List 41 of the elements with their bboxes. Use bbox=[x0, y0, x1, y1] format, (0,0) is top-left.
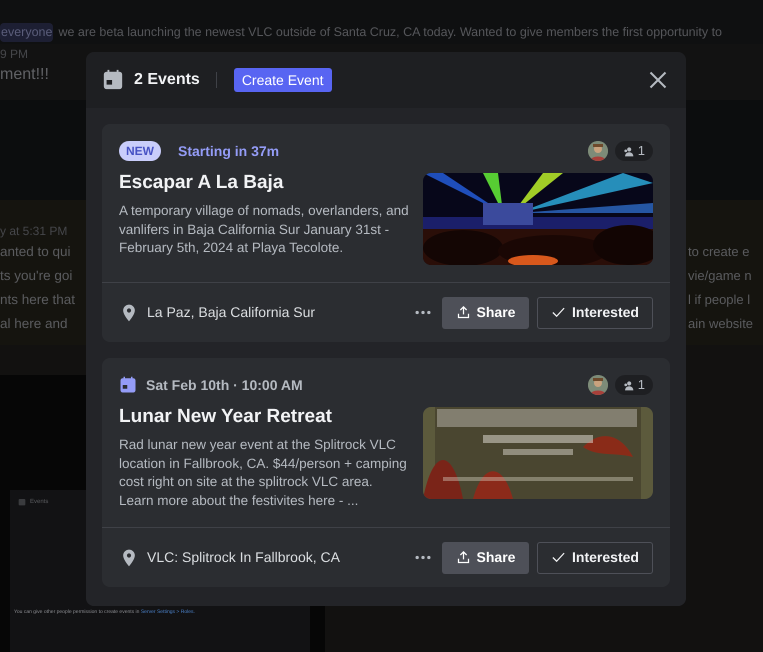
event-location: VLC: Splitrock In Fallbrook, CA bbox=[147, 548, 340, 567]
message-text: ts you're goi bbox=[0, 267, 72, 285]
new-badge: NEW bbox=[119, 141, 161, 161]
modal-title: 2 Events bbox=[134, 70, 200, 90]
upload-icon bbox=[456, 305, 471, 320]
people-icon bbox=[622, 380, 634, 390]
create-event-button[interactable]: Create Event bbox=[234, 68, 332, 92]
event-card[interactable] bbox=[102, 358, 670, 587]
message-text: l if people l bbox=[688, 291, 750, 309]
message-text: ment!!! bbox=[0, 65, 49, 85]
ellipsis-icon bbox=[414, 555, 432, 560]
share-button[interactable]: Share bbox=[442, 296, 529, 328]
checkmark-icon bbox=[551, 550, 566, 565]
event-description: A temporary village of nomads, overlanders, and vanlifers in Baja California Sur January 31st - February 5th, 2024 at Playa Tecolote. bbox=[119, 202, 409, 257]
upload-icon bbox=[456, 550, 471, 565]
event-card[interactable] bbox=[102, 124, 670, 342]
event-time: Sat Feb 10th · 10:00 AM bbox=[146, 376, 303, 394]
event-title: Escapar A La Baja bbox=[119, 171, 284, 195]
share-button[interactable]: Share bbox=[442, 542, 529, 574]
timestamp: 9 PM bbox=[0, 46, 28, 63]
event-description: Rad lunar new year event at the Splitrock VLC location in Fallbrook, CA. $44/person + camping cost right on site at the splitrock VLC area. Learn more about the festivites here - ... bbox=[119, 436, 408, 510]
timestamp: y at 5:31 PM bbox=[0, 223, 68, 240]
message-text: vie/game n bbox=[688, 267, 752, 285]
interested-button[interactable]: Interested bbox=[537, 542, 653, 574]
interested-count: 1 bbox=[614, 141, 653, 161]
avatar-icon bbox=[588, 141, 608, 161]
message-text: ain website bbox=[688, 315, 754, 333]
message-text: to create e bbox=[688, 243, 750, 261]
message-text: anted to qui bbox=[0, 243, 71, 261]
ellipsis-icon bbox=[414, 310, 432, 315]
message-text: we are beta launching the newest VLC outside of Santa Cruz, CA today. Wanted to give members the first opportunity to bbox=[58, 24, 722, 42]
interested-button[interactable]: Interested bbox=[537, 296, 653, 328]
event-time: Starting in 37m bbox=[178, 142, 280, 161]
avatar-icon bbox=[588, 375, 608, 395]
event-title: Lunar New Year Retreat bbox=[119, 405, 333, 429]
message-text: nts here that bbox=[0, 291, 76, 309]
event-location: La Paz, Baja California Sur bbox=[147, 303, 316, 322]
people-icon bbox=[622, 146, 634, 156]
checkmark-icon bbox=[551, 305, 566, 320]
message-text: al here and bbox=[0, 315, 68, 333]
interested-count: 1 bbox=[614, 375, 653, 395]
